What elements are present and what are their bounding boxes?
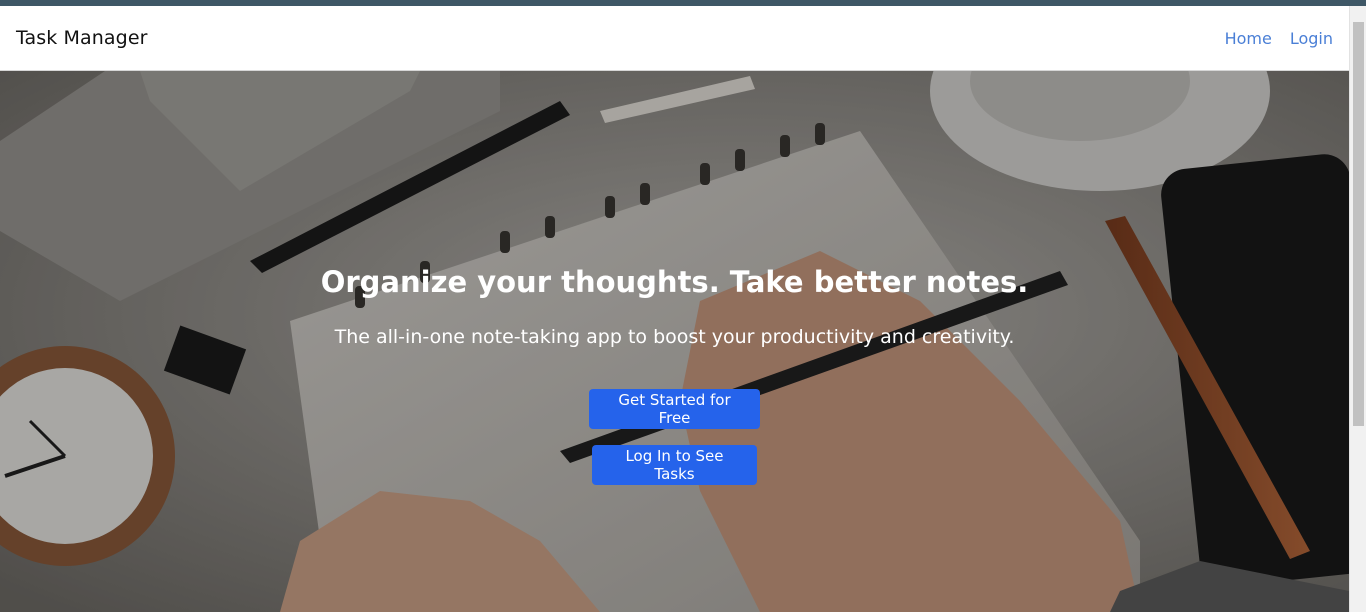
nav-link-login[interactable]: Login (1290, 29, 1333, 48)
login-tasks-button[interactable]: Log In to See Tasks (592, 445, 757, 485)
navbar: Task Manager Home Login (0, 6, 1349, 71)
get-started-button[interactable]: Get Started for Free (589, 389, 760, 429)
nav-link-home[interactable]: Home (1225, 29, 1272, 48)
brand-title[interactable]: Task Manager (16, 27, 148, 49)
hero-section: Organize your thoughts. Take better note… (0, 71, 1349, 612)
nav-links: Home Login (1225, 29, 1333, 48)
hero-subtitle: The all-in-one note-taking app to boost … (334, 326, 1015, 348)
hero-content: Organize your thoughts. Take better note… (0, 71, 1349, 612)
hero-title: Organize your thoughts. Take better note… (320, 265, 1029, 299)
page-scrollbar[interactable] (1349, 6, 1366, 612)
scrollbar-thumb[interactable] (1353, 22, 1364, 426)
